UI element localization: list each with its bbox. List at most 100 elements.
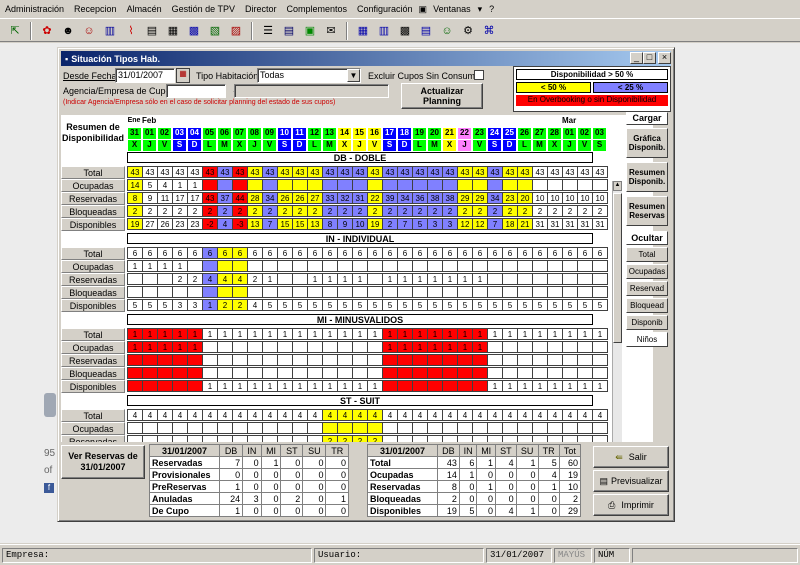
- window-titlebar[interactable]: ▪ Situación Tipos Hab.: [61, 51, 671, 66]
- chart-icon[interactable]: ▥: [101, 22, 119, 40]
- menu-configuracion[interactable]: Configuración: [352, 4, 418, 14]
- disponibilidad-summary-table: 31/01/2007 DB IN MI ST SU TR Tot Total 43 6 1 4 1 5 6…: [367, 444, 582, 517]
- ocultar-total[interactable]: Total: [626, 247, 668, 262]
- cargar-button[interactable]: Cargar: [626, 112, 668, 125]
- scroll-up-arrow[interactable]: ▲: [613, 181, 622, 191]
- ocultar-ocupadas[interactable]: Ocupadas: [626, 264, 668, 279]
- tipo-hab-select[interactable]: Todas: [257, 68, 361, 83]
- invoice-icon[interactable]: ▤: [143, 22, 161, 40]
- grid-cell: 6: [202, 247, 218, 259]
- grid-cell: 28: [247, 192, 263, 204]
- stats-icon[interactable]: ▤: [280, 22, 298, 40]
- legend-gt50: Disponibilidad > 50 %: [516, 69, 668, 80]
- ocultar-bloqueadas[interactable]: Bloquead: [626, 298, 668, 313]
- grid-cell: 1: [427, 273, 443, 285]
- salir-button[interactable]: ⇚ Salir: [593, 446, 669, 468]
- ocultar-ninos[interactable]: Niños: [626, 332, 668, 347]
- grid-cell: [352, 367, 368, 379]
- grid-cell: [532, 286, 548, 298]
- calendar-icon[interactable]: ▤: [417, 22, 435, 40]
- resumen-disponib-button[interactable]: Resumen Disponib.: [626, 162, 668, 192]
- scroll-thumb[interactable]: [613, 193, 622, 343]
- grid-cell: 1: [307, 328, 323, 340]
- grid-cell: [532, 422, 548, 434]
- grid-cell: 1: [382, 341, 398, 353]
- graph-icon[interactable]: ⌇: [122, 22, 140, 40]
- grid-cell: 43: [592, 166, 608, 178]
- calendar-icon[interactable]: ▦: [176, 68, 190, 83]
- legend-lt50: < 50 %: [516, 82, 591, 93]
- table-icon[interactable]: ▥: [375, 22, 393, 40]
- grid-cell: 43: [187, 166, 203, 178]
- menu-ventanas[interactable]: Ventanas: [428, 4, 476, 14]
- book-icon[interactable]: ▧: [206, 22, 224, 40]
- ocultar-button[interactable]: Ocultar: [626, 231, 668, 245]
- ocultar-reservadas[interactable]: Reservad: [626, 281, 668, 296]
- planning-icon[interactable]: ▩: [396, 22, 414, 40]
- reception-icon[interactable]: ✿: [38, 22, 56, 40]
- weekday-letter: X: [338, 140, 351, 151]
- desktop-icon: [44, 393, 56, 417]
- resumen-reservas-button[interactable]: Resumen Reservas: [626, 196, 668, 226]
- ocultar-disponibles[interactable]: Disponib: [626, 315, 668, 330]
- grid-cell: 1: [187, 179, 203, 191]
- grid-cell: 4: [157, 409, 173, 421]
- grid-cell: 6: [592, 247, 608, 259]
- menu-help[interactable]: ?: [484, 4, 499, 14]
- chevron-down-icon[interactable]: ▼: [347, 69, 360, 82]
- grid-cell: [517, 273, 533, 285]
- excluir-checkbox[interactable]: [474, 70, 484, 80]
- minimize-button[interactable]: _: [630, 52, 643, 64]
- row-label: Bloqueadas: [367, 492, 438, 505]
- weekday-letter: D: [293, 140, 306, 151]
- agencia-input[interactable]: [166, 84, 226, 98]
- grid-cell: 1: [532, 328, 548, 340]
- network-icon[interactable]: ⌘: [480, 22, 498, 40]
- grid-cell: 3: [442, 218, 458, 230]
- menu-recepcion[interactable]: Recepcion: [69, 4, 122, 14]
- grid-cell: 6: [307, 247, 323, 259]
- exit-icon[interactable]: ⇱: [6, 22, 24, 40]
- legend-overbooking: En Overbooking o sin Disponibilidad: [516, 95, 668, 106]
- grid-cell: [502, 273, 518, 285]
- previsualizar-button[interactable]: ▤ Previsualizar: [593, 470, 669, 492]
- grid-cell: [592, 354, 608, 366]
- grid-cell: 1: [442, 328, 458, 340]
- section-header: IN - INDIVIDUAL: [127, 233, 593, 244]
- grid-cell: [157, 273, 173, 285]
- desde-fecha-input[interactable]: 31/01/2007: [115, 68, 175, 83]
- people-icon[interactable]: ☺: [80, 22, 98, 40]
- row-label: Ocupadas: [61, 422, 125, 435]
- settings-icon[interactable]: ⚙: [459, 22, 477, 40]
- users-icon[interactable]: ☺: [438, 22, 456, 40]
- grid-cell: [277, 435, 293, 442]
- ver-reservas-button[interactable]: Ver Reservas de 31/01/2007: [61, 445, 145, 479]
- grid-cell: 4: [247, 299, 263, 311]
- actualizar-planning-button[interactable]: Actualizar Planning: [401, 83, 483, 109]
- weekday-letter: M: [323, 140, 336, 151]
- menu-almacen[interactable]: Almacén: [122, 4, 167, 14]
- cell: 1: [515, 456, 539, 469]
- cell: 6: [458, 456, 478, 469]
- folder-icon[interactable]: ▣: [301, 22, 319, 40]
- close-button[interactable]: ×: [658, 52, 671, 64]
- menu-gestion-tpv[interactable]: Gestión de TPV: [167, 4, 240, 14]
- report-icon[interactable]: ▨: [227, 22, 245, 40]
- envelope-icon[interactable]: ✉: [322, 22, 340, 40]
- grid-cell: 43: [382, 166, 398, 178]
- vertical-scrollbar[interactable]: ▲: [612, 181, 622, 442]
- grafica-disponib-button[interactable]: Gráfica Disponib.: [626, 128, 668, 158]
- menu-administracion[interactable]: Administración: [0, 4, 69, 14]
- grid-cell: [187, 367, 203, 379]
- menu-complementos[interactable]: Complementos: [281, 4, 352, 14]
- menu-director[interactable]: Director: [240, 4, 282, 14]
- pos-icon[interactable]: ▩: [185, 22, 203, 40]
- grid-cell: [517, 354, 533, 366]
- grid-icon[interactable]: ▦: [354, 22, 372, 40]
- list-icon[interactable]: ☰: [259, 22, 277, 40]
- imprimir-button[interactable]: ⎙ Imprimir: [593, 494, 669, 516]
- checkin-icon[interactable]: ☻: [59, 22, 77, 40]
- chevron-down-icon[interactable]: ▾: [476, 4, 485, 15]
- maximize-button[interactable]: □: [643, 52, 656, 64]
- documents-icon[interactable]: ▦: [164, 22, 182, 40]
